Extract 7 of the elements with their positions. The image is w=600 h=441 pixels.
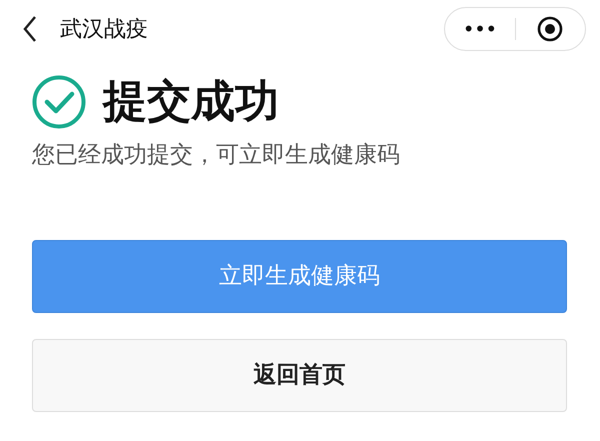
success-check-icon bbox=[32, 75, 86, 129]
result-message: 您已经成功提交，可立即生成健康码 bbox=[32, 141, 401, 170]
page-title: 武汉战疫 bbox=[60, 16, 148, 44]
result-title: 提交成功 bbox=[103, 80, 279, 124]
back-icon[interactable] bbox=[22, 15, 38, 43]
home-button[interactable]: 返回首页 bbox=[32, 338, 567, 412]
more-button[interactable]: ••• bbox=[445, 8, 514, 50]
